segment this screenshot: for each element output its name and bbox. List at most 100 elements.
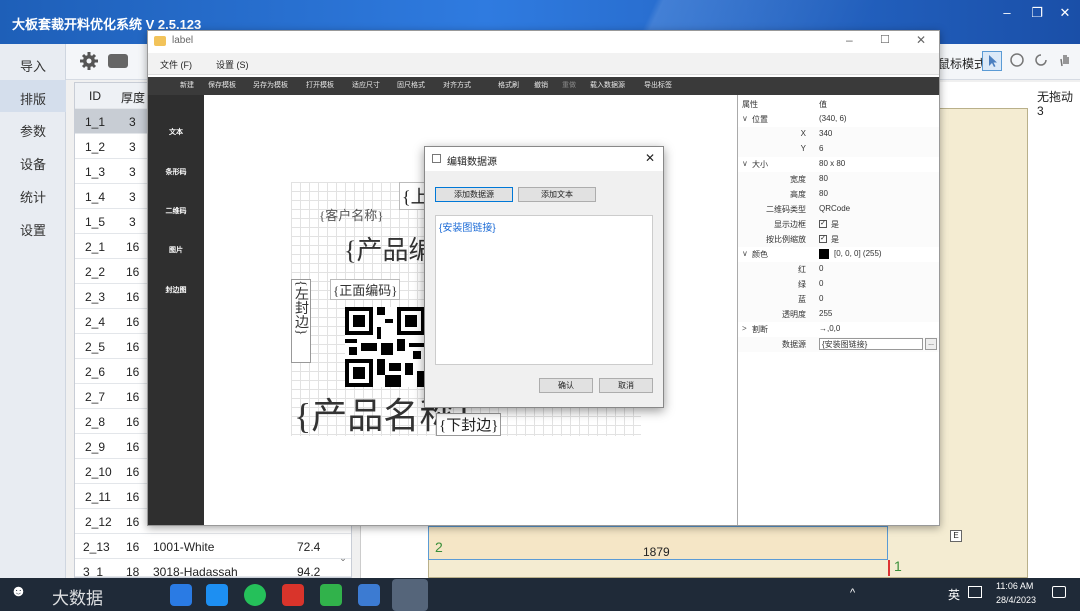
datasource-content-area[interactable]: {安装图链接} <box>435 215 653 365</box>
field-customer-name[interactable]: {客户名称} <box>319 205 383 224</box>
side-image[interactable]: 图片 <box>148 245 204 255</box>
expand-toggle-icon[interactable]: ∨ <box>742 159 748 168</box>
minimize-button[interactable]: – <box>994 5 1020 20</box>
side-qrcode[interactable]: 二维码 <box>148 206 204 216</box>
printer-icon[interactable] <box>108 54 128 68</box>
ok-button[interactable]: 确认 <box>539 378 593 393</box>
property-row[interactable]: 按比例缩放 ✓ 是 <box>738 232 939 247</box>
browse-button[interactable]: ... <box>925 338 937 350</box>
tool-save-as[interactable]: 另存为模板 <box>253 80 288 90</box>
property-key: 蓝 <box>798 295 806 304</box>
tool-new[interactable]: 新建 <box>180 80 194 90</box>
taskbar-app-icon[interactable] <box>170 584 192 606</box>
skype-icon[interactable] <box>206 584 228 606</box>
nav-item-stats[interactable]: 统计 <box>0 178 66 210</box>
expand-toggle-icon[interactable]: ∨ <box>742 114 748 123</box>
nav-item-settings[interactable]: 设置 <box>0 211 66 243</box>
side-barcode[interactable]: 条形码 <box>148 167 204 177</box>
ime-indicator[interactable]: 英 <box>948 586 960 603</box>
property-value: 80 x 80 <box>819 159 846 168</box>
property-row[interactable]: 数据源 {安装图链接}... <box>738 337 939 352</box>
tool-format-brush[interactable]: 格式刷 <box>498 80 519 90</box>
property-row[interactable]: ∨ 颜色 [0, 0, 0] (255) <box>738 247 939 262</box>
datasource-token[interactable]: {安装图链接} <box>439 219 496 234</box>
side-text[interactable]: 文本 <box>148 127 204 137</box>
property-row[interactable]: Y6 <box>738 142 939 157</box>
tool-fixed-format[interactable]: 固尺格式 <box>397 80 425 90</box>
expand-toggle-icon[interactable]: > <box>742 324 747 333</box>
pointer-icon[interactable] <box>982 51 1002 71</box>
tool-save-template[interactable]: 保存模板 <box>208 80 236 90</box>
rotate-ccw-icon[interactable] <box>1032 51 1050 69</box>
rotate-cw-icon[interactable] <box>1008 51 1026 69</box>
label-maximize-button[interactable]: ☐ <box>880 33 890 46</box>
hand-icon[interactable] <box>1056 51 1074 69</box>
property-grid: 属性 值 ∨ 位置 (340, 6) X 340 Y 6 ∨ 大小 80 x 80 宽度 80 高度 80… <box>737 95 939 525</box>
taskbar-active-app-icon[interactable] <box>392 579 428 611</box>
keyboard-icon[interactable] <box>968 586 982 598</box>
property-row[interactable]: 显示边框 ✓ 是 <box>738 217 939 232</box>
property-key: 高度 <box>790 190 806 199</box>
close-button[interactable]: ✕ <box>1052 5 1078 21</box>
property-row[interactable]: 绿0 <box>738 277 939 292</box>
label-minimize-button[interactable]: – <box>846 33 853 47</box>
tool-redo[interactable]: 重做 <box>562 80 576 90</box>
label-close-button[interactable]: ✕ <box>916 33 926 47</box>
expand-toggle-icon[interactable]: ∨ <box>742 249 748 258</box>
menu-file[interactable]: 文件 (F) <box>160 58 192 71</box>
property-row[interactable]: X 340 <box>738 127 939 142</box>
field-bottom-edge[interactable]: {下封边} <box>436 413 502 436</box>
label-window-titlebar: label – ☐ ✕ <box>148 31 939 53</box>
tool-align[interactable]: 对齐方式 <box>443 80 471 90</box>
table-row[interactable]: 2_13 16 1001-White 72.4 <box>75 534 351 559</box>
taskbar-app-icon[interactable] <box>358 584 380 606</box>
board-piece[interactable]: 2 1879 <box>428 526 888 560</box>
property-row[interactable]: ∨ 位置 (340, 6) <box>738 112 939 127</box>
tool-export-label[interactable]: 导出标签 <box>644 80 672 90</box>
tool-undo[interactable]: 撤销 <box>534 80 548 90</box>
nav-item-import[interactable]: 导入 <box>0 47 66 79</box>
drag-mode-value: 3 <box>1037 104 1044 118</box>
nav-item-params[interactable]: 参数 <box>0 112 66 144</box>
cancel-button[interactable]: 取消 <box>599 378 653 393</box>
nav-item-device[interactable]: 设备 <box>0 145 66 177</box>
checkbox[interactable]: ✓ <box>819 235 827 243</box>
menu-settings[interactable]: 设置 (S) <box>216 58 249 71</box>
tool-open-template[interactable]: 打开模板 <box>306 80 334 90</box>
qr-code-icon[interactable] <box>345 307 425 387</box>
property-row[interactable]: 红0 <box>738 262 939 277</box>
tray-up-icon[interactable]: ^ <box>850 587 855 599</box>
side-edge-band[interactable]: 封边图 <box>148 285 204 295</box>
property-value: 0 <box>819 264 824 273</box>
scroll-down-icon[interactable]: ⌄ <box>337 553 349 573</box>
add-datasource-button[interactable]: 添加数据源 <box>435 187 513 202</box>
maximize-button[interactable]: ❐ <box>1024 5 1050 21</box>
field-left-edge[interactable]: {左封边} <box>291 279 311 363</box>
datasource-input[interactable]: {安装图链接} <box>819 338 923 350</box>
color-swatch[interactable] <box>819 249 829 259</box>
dialog-close-button[interactable]: ✕ <box>645 151 655 165</box>
field-product-code[interactable]: {产品编 <box>344 230 424 267</box>
wechat-icon[interactable] <box>320 584 342 606</box>
table-row[interactable]: 3_1 18 3018-Hadassah 94.2 <box>75 559 351 577</box>
property-row[interactable]: 二维码类型 QRCode <box>738 202 939 217</box>
property-value: 80 <box>819 189 828 198</box>
property-row[interactable]: > 割断 →,0,0 <box>738 322 939 337</box>
property-row[interactable]: 蓝0 <box>738 292 939 307</box>
property-value: 6 <box>819 144 824 153</box>
gear-icon[interactable] <box>80 52 98 70</box>
whatsapp-icon[interactable] <box>244 584 266 606</box>
add-text-button[interactable]: 添加文本 <box>518 187 596 202</box>
property-row[interactable]: 高度 80 <box>738 187 939 202</box>
field-front-code[interactable]: {正面编码} <box>330 279 401 300</box>
notification-icon[interactable] <box>1052 586 1066 598</box>
property-row[interactable]: ∨ 大小 80 x 80 <box>738 157 939 172</box>
property-row[interactable]: 透明度 255 <box>738 307 939 322</box>
nav-item-layout[interactable]: 排版 <box>0 80 66 112</box>
taskbar-app-icon[interactable] <box>282 584 304 606</box>
tool-fit-size[interactable]: 适应尺寸 <box>352 80 380 90</box>
expand-icon[interactable]: E <box>950 530 962 542</box>
checkbox[interactable]: ✓ <box>819 220 827 228</box>
tool-load-datasource[interactable]: 载入数据源 <box>590 80 625 90</box>
property-row[interactable]: 宽度 80 <box>738 172 939 187</box>
